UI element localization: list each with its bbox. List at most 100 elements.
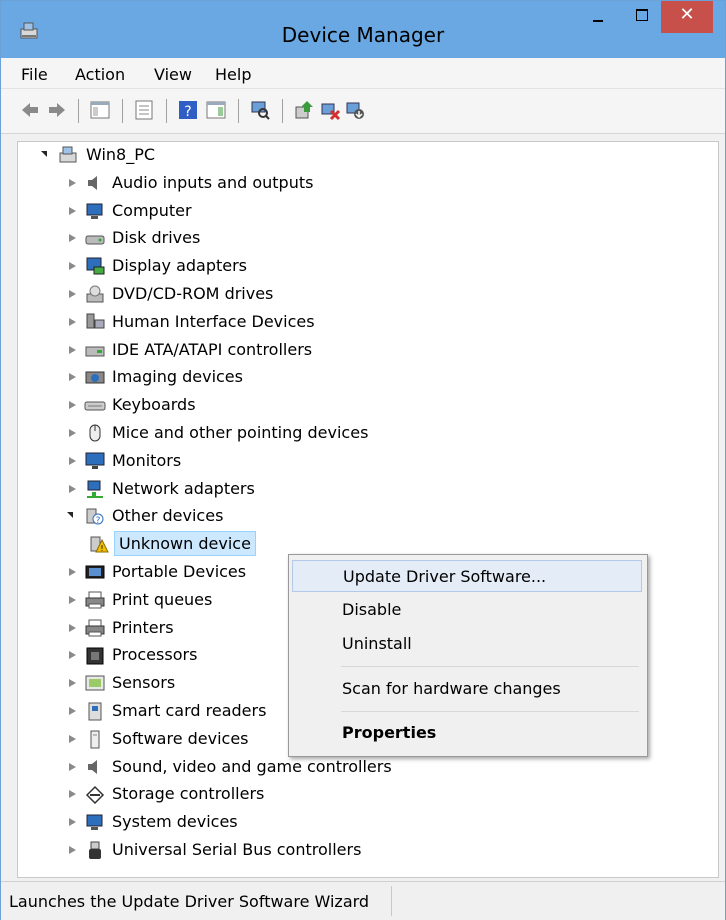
menu-action[interactable]: Action	[75, 65, 125, 84]
tree-item-label: Smart card readers	[112, 701, 267, 720]
uninstall-item[interactable]: Uninstall	[292, 628, 642, 660]
keyboard-icon	[84, 401, 106, 411]
tree-item-label: Disk drives	[112, 228, 201, 248]
toolbar-separator	[282, 99, 283, 123]
expand-arrow-icon[interactable]	[66, 615, 78, 641]
menu-help[interactable]: Help	[215, 65, 251, 84]
sensor-icon	[85, 675, 105, 691]
tree-item-label: Printers	[112, 617, 174, 637]
svg-text:!: !	[100, 544, 103, 553]
display-adapter-icon	[86, 257, 105, 275]
expand-arrow-icon[interactable]	[66, 198, 78, 224]
action-pane-icon[interactable]	[205, 99, 227, 121]
tree-item-label: Network adapters	[112, 478, 255, 498]
tree-item-label: Universal Serial Bus controllers	[112, 840, 362, 859]
expand-arrow-icon[interactable]	[66, 309, 78, 335]
show-hide-console-tree-icon[interactable]	[89, 99, 111, 121]
expand-arrow-icon[interactable]	[66, 337, 78, 363]
tree-item-label: Keyboards	[112, 395, 196, 415]
expand-arrow-icon[interactable]	[66, 364, 78, 390]
dvd-drive-icon	[86, 285, 104, 303]
device-tree-pane[interactable]: Win8_PC Audio inputs and outputs Computer…	[17, 141, 719, 878]
tree-item-label: System devices	[112, 812, 238, 832]
tree-item-label: Software devices	[112, 728, 249, 748]
close-button[interactable]: ✕	[661, 1, 713, 33]
portable-device-icon	[85, 565, 105, 579]
printer-icon	[85, 619, 105, 637]
collapse-arrow-icon[interactable]	[66, 503, 78, 529]
expand-arrow-icon[interactable]	[66, 642, 78, 668]
menu-view[interactable]: View	[154, 65, 192, 84]
tree-item-label: Other devices	[112, 506, 224, 526]
expand-arrow-icon[interactable]	[66, 225, 78, 251]
expand-arrow-icon[interactable]	[66, 448, 78, 474]
tree-item-label: Monitors	[112, 450, 182, 470]
help-icon[interactable]: ?	[177, 99, 199, 121]
expand-arrow-icon[interactable]	[66, 559, 78, 585]
enable-device-icon[interactable]	[344, 99, 366, 121]
expand-arrow-icon[interactable]	[66, 476, 78, 502]
svg-text:?: ?	[184, 104, 191, 120]
disable-item[interactable]: Disable	[292, 594, 642, 626]
question-device-icon: ?	[86, 508, 104, 526]
storage-icon	[85, 786, 105, 805]
expand-arrow-icon[interactable]	[66, 420, 78, 446]
forward-icon[interactable]	[46, 99, 68, 121]
status-bar: Launches the Update Driver Software Wiza…	[1, 881, 725, 920]
expand-arrow-icon[interactable]	[66, 587, 78, 613]
hid-icon	[86, 313, 105, 329]
maximize-button[interactable]	[626, 1, 658, 33]
status-text: Launches the Update Driver Software Wiza…	[9, 892, 370, 911]
tree-item-label: Print queues	[112, 589, 213, 609]
svg-text:?: ?	[96, 516, 101, 526]
camera-icon	[85, 371, 105, 384]
properties-icon[interactable]	[133, 99, 155, 121]
disk-drive-icon	[85, 235, 105, 245]
expand-arrow-icon[interactable]	[66, 698, 78, 724]
back-icon[interactable]	[19, 99, 41, 121]
speaker-icon	[88, 759, 97, 774]
device-manager-window: Device Manager ✕ File Action View Help ?	[0, 0, 726, 920]
menu-separator	[341, 666, 639, 667]
expand-arrow-icon[interactable]	[66, 809, 78, 835]
menu-bar: File Action View Help	[1, 58, 725, 89]
expand-arrow-icon[interactable]	[66, 781, 78, 807]
menu-separator	[341, 711, 639, 712]
toolbar-separator	[122, 99, 123, 123]
uninstall-icon[interactable]	[319, 99, 341, 121]
expand-arrow-icon[interactable]	[66, 726, 78, 752]
update-driver-icon[interactable]	[293, 99, 315, 121]
scan-hardware-icon[interactable]	[249, 99, 271, 121]
tree-item-label: Unknown device	[114, 531, 256, 557]
speaker-icon	[88, 175, 97, 190]
tree-item-label: Computer	[112, 200, 192, 220]
tree-item-label: Imaging devices	[112, 367, 243, 387]
expand-arrow-icon[interactable]	[66, 253, 78, 279]
expand-arrow-icon[interactable]	[66, 170, 78, 196]
minimize-button[interactable]	[583, 1, 613, 33]
expand-arrow-icon[interactable]	[66, 281, 78, 307]
mouse-icon	[89, 424, 101, 442]
scan-hardware-changes-item[interactable]: Scan for hardware changes	[292, 673, 642, 705]
update-driver-software-item[interactable]: Update Driver Software...	[292, 560, 642, 592]
usb-icon	[89, 841, 101, 859]
menu-file[interactable]: File	[21, 65, 48, 84]
expand-arrow-icon[interactable]	[66, 392, 78, 418]
tree-item-label: Sound, video and game controllers	[112, 756, 392, 776]
expand-arrow-icon[interactable]	[66, 754, 78, 780]
warning-device-icon: !	[90, 536, 109, 553]
expand-arrow-icon[interactable]	[40, 142, 52, 168]
tree-item-label: Display adapters	[112, 256, 248, 276]
properties-item[interactable]: Properties	[292, 717, 642, 749]
expand-arrow-icon[interactable]	[66, 837, 78, 863]
toolbar-separator	[238, 99, 239, 123]
title-bar[interactable]: Device Manager ✕	[1, 1, 725, 58]
monitor-icon	[85, 452, 105, 469]
tree-item-label: Storage controllers	[112, 784, 265, 804]
expand-arrow-icon[interactable]	[66, 670, 78, 696]
processor-icon	[86, 647, 104, 665]
tree-item-label: Human Interface Devices	[112, 311, 315, 331]
toolbar-separator	[166, 99, 167, 123]
tree-item-label: Sensors	[112, 673, 176, 693]
network-icon	[87, 480, 103, 498]
